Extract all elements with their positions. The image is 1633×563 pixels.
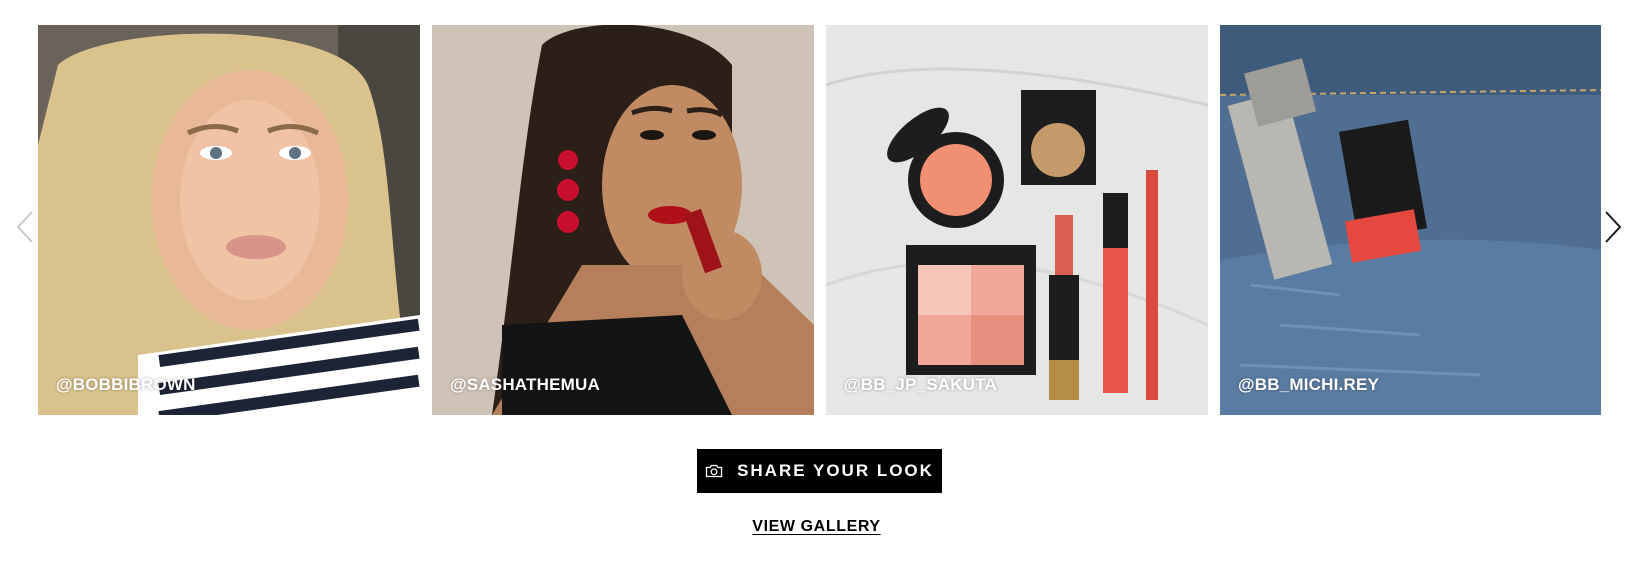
view-gallery-wrapper: VIEW GALLERY bbox=[0, 518, 1633, 536]
gallery-tile[interactable]: @BB_JP_SAKUTA bbox=[826, 25, 1208, 415]
tile-handle: @BB_MICHI.REY bbox=[1238, 375, 1380, 394]
chevron-right-icon bbox=[1605, 211, 1622, 243]
gallery-photo bbox=[38, 25, 420, 415]
camera-icon bbox=[705, 464, 723, 478]
tile-handle: @BB_JP_SAKUTA bbox=[844, 375, 998, 394]
carousel-prev-button[interactable] bbox=[14, 208, 38, 246]
share-button-label: SHARE YOUR LOOK bbox=[737, 461, 934, 480]
gallery-tile[interactable]: @BB_MICHI.REY bbox=[1220, 25, 1601, 415]
gallery-tile[interactable]: @BOBBIBROWN bbox=[38, 25, 420, 415]
gallery-photo bbox=[1220, 25, 1601, 415]
chevron-left-icon bbox=[16, 211, 33, 243]
view-gallery-link[interactable]: VIEW GALLERY bbox=[752, 518, 880, 535]
tile-handle: @SASHATHEMUA bbox=[450, 375, 600, 394]
gallery-tile[interactable]: @SASHATHEMUA bbox=[432, 25, 814, 415]
carousel-next-button[interactable] bbox=[1600, 208, 1624, 246]
share-your-look-button[interactable]: SHARE YOUR LOOK bbox=[697, 449, 942, 493]
ugc-gallery-section: @BOBBIBROWN @SASHATHEMUA @BB_JP_SAKUTA @… bbox=[0, 0, 1633, 563]
gallery-photo bbox=[432, 25, 814, 415]
tile-handle: @BOBBIBROWN bbox=[56, 375, 196, 394]
gallery-photo bbox=[826, 25, 1208, 415]
